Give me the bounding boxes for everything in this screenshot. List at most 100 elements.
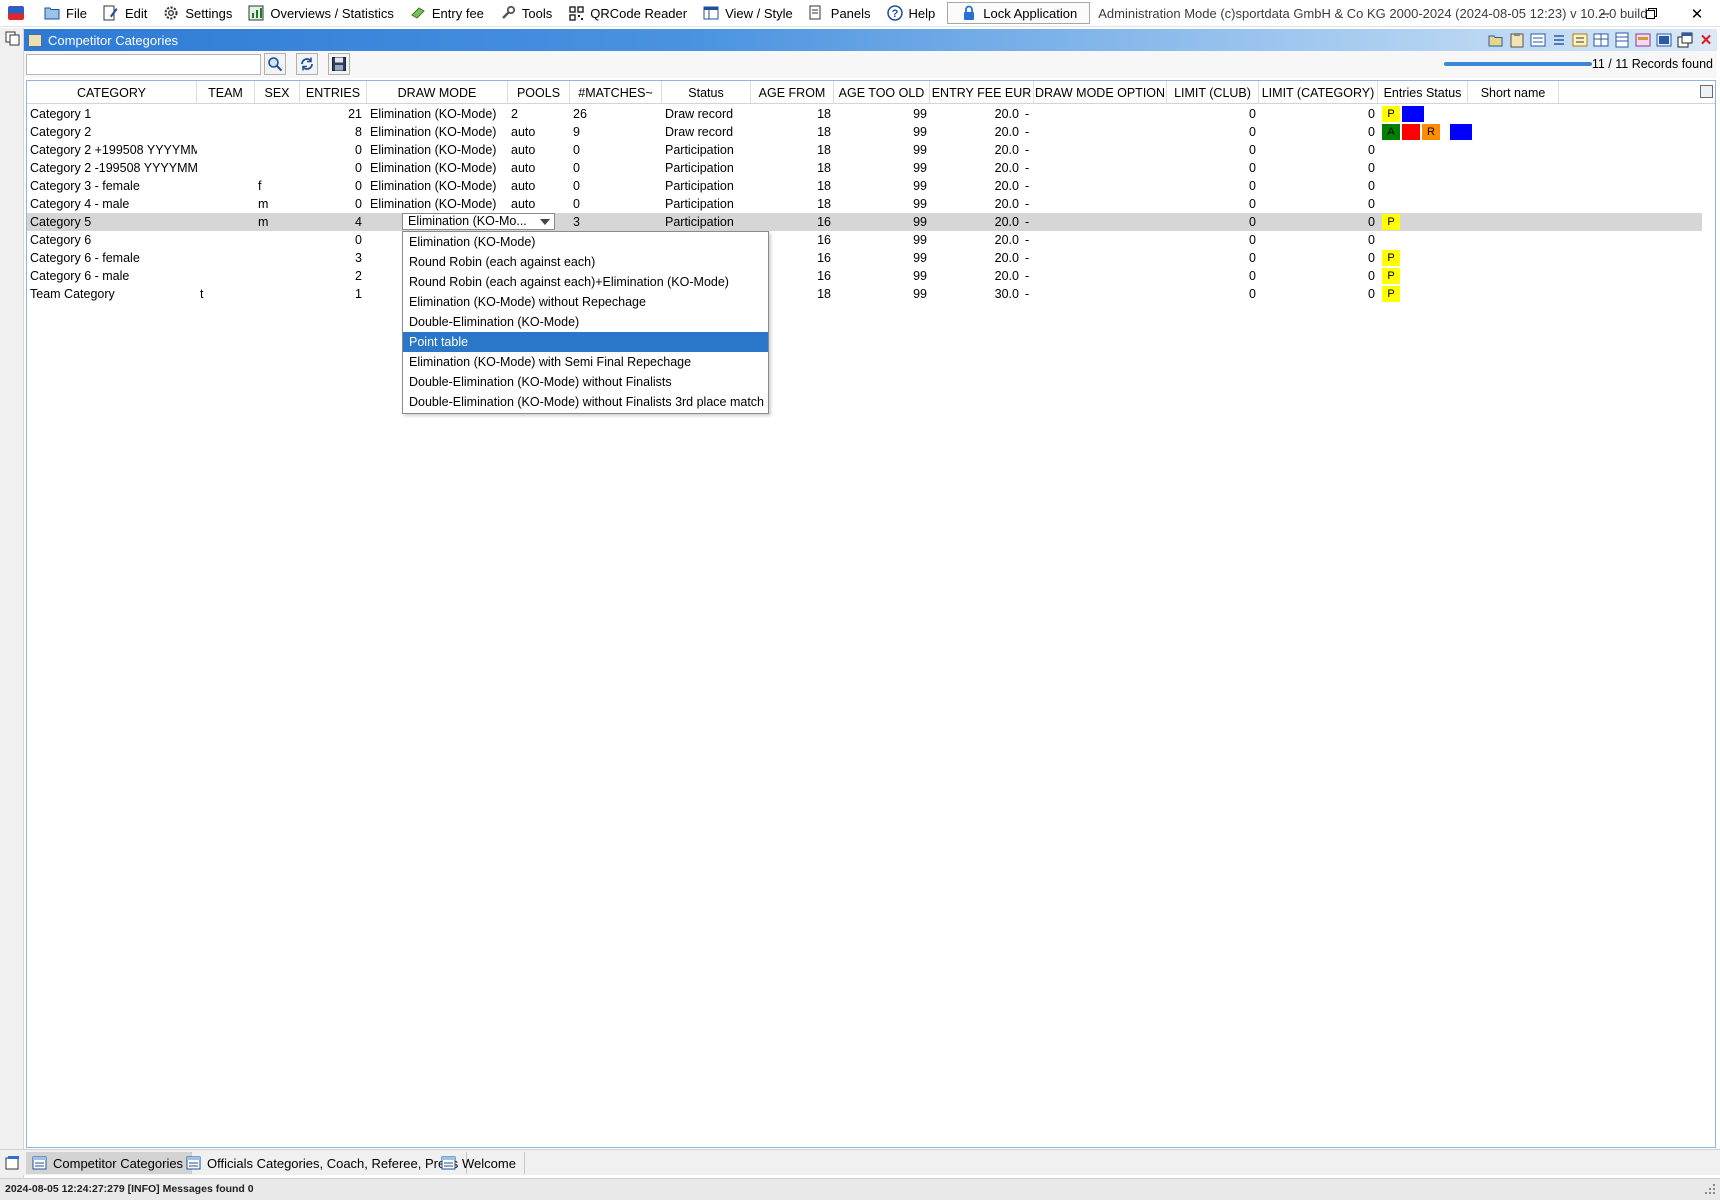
save-button[interactable] bbox=[328, 53, 350, 75]
close-window-icon[interactable]: ✕ bbox=[1674, 0, 1720, 27]
chevron-down-icon[interactable] bbox=[540, 219, 550, 225]
column-header-entries[interactable]: ENTRIES bbox=[300, 81, 367, 104]
menu-file[interactable]: File bbox=[36, 0, 95, 27]
sort-icon[interactable] bbox=[1571, 31, 1589, 49]
detach-panel-icon[interactable] bbox=[1676, 31, 1694, 49]
column-header-limit-club[interactable]: LIMIT (CLUB) bbox=[1167, 81, 1259, 104]
menu-tools[interactable]: Tools bbox=[492, 0, 560, 27]
menu-items: File Edit Settings Overviews / Statistics En… bbox=[36, 0, 943, 27]
restore-icon[interactable] bbox=[1628, 0, 1674, 27]
table-row[interactable]: Category 1 21 Elimination (KO-Mode) 2 26 Draw… bbox=[27, 105, 1702, 123]
dropdown-option[interactable]: Elimination (KO-Mode) with Semi Final Re… bbox=[403, 352, 768, 372]
cell-entries: 0 bbox=[355, 143, 362, 157]
table-row[interactable]: Category 60ation169920.0-00 bbox=[27, 231, 1702, 249]
search-input[interactable] bbox=[26, 54, 261, 75]
cell-draw-mode-option: - bbox=[1025, 107, 1030, 121]
cell-matches: 0 bbox=[573, 179, 580, 193]
cell-draw-mode-option: - bbox=[1025, 197, 1030, 211]
menu-edit[interactable]: Edit bbox=[95, 0, 155, 27]
column-header-limit-category[interactable]: LIMIT (CATEGORY) bbox=[1259, 81, 1378, 104]
form-view-icon[interactable] bbox=[1529, 31, 1547, 49]
dropdown-option[interactable]: Double-Elimination (KO-Mode) bbox=[403, 312, 768, 332]
table-row[interactable]: Category 2 8 Elimination (KO-Mode) auto 9 Dra… bbox=[27, 123, 1702, 141]
menu-panels[interactable]: Panels bbox=[801, 0, 879, 27]
draw-mode-combo[interactable]: Elimination (KO-Mo... bbox=[402, 213, 555, 230]
dropdown-option[interactable]: Double-Elimination (KO-Mode) without Fin… bbox=[403, 392, 768, 412]
cell-sex bbox=[255, 141, 300, 159]
cell-category: Team Category bbox=[30, 287, 115, 301]
minimize-icon[interactable]: – bbox=[1582, 0, 1628, 27]
menu-overviews-statistics[interactable]: Overviews / Statistics bbox=[240, 0, 402, 27]
clipboard-icon[interactable] bbox=[1508, 31, 1526, 49]
column-header-draw-mode[interactable]: DRAW MODE bbox=[367, 81, 508, 104]
chart-icon bbox=[248, 5, 264, 21]
search-toolbar: 11 / 11 Records found bbox=[24, 51, 1717, 78]
table-row[interactable]: Category 6 - male2ation169920.0-00P bbox=[27, 267, 1702, 285]
menu-entry-fee[interactable]: Entry fee bbox=[402, 0, 492, 27]
menu-settings[interactable]: Settings bbox=[155, 0, 240, 27]
panel-list-icon[interactable] bbox=[5, 31, 20, 46]
columns-icon[interactable] bbox=[1592, 31, 1610, 49]
tab-list-icon[interactable] bbox=[5, 1155, 20, 1170]
dropdown-option[interactable]: Round Robin (each against each) bbox=[403, 252, 768, 272]
cell-age-from: 18 bbox=[817, 143, 831, 157]
table-row[interactable]: Category 5m4auto3Participation169920.0-0… bbox=[27, 213, 1702, 231]
column-header-sex[interactable]: SEX bbox=[255, 81, 300, 104]
table-row[interactable]: Team Categoryt1ation189930.0-00P bbox=[27, 285, 1702, 303]
menu-help[interactable]: ? Help bbox=[879, 0, 944, 27]
cell-sex bbox=[255, 231, 300, 249]
tab-competitor-categories[interactable]: Competitor Categories bbox=[26, 1152, 193, 1174]
column-header-matches[interactable]: #MATCHES~ bbox=[570, 81, 662, 104]
column-header-team[interactable]: TEAM bbox=[197, 81, 255, 104]
dropdown-option[interactable]: Round Robin (each against each)+Eliminat… bbox=[403, 272, 768, 292]
menu-qrcode-reader[interactable]: QRCode Reader bbox=[560, 0, 695, 27]
open-folder-icon[interactable] bbox=[1487, 31, 1505, 49]
dropdown-option[interactable]: Elimination (KO-Mode) without Repechage bbox=[403, 292, 768, 312]
table-row[interactable]: Category 2 +199508 YYYYMM 0 Elimination (K… bbox=[27, 141, 1702, 159]
list-view-icon[interactable] bbox=[1550, 31, 1568, 49]
menu-view-style[interactable]: View / Style bbox=[695, 0, 801, 27]
money-icon bbox=[410, 5, 426, 21]
column-header-age-too-old[interactable]: AGE TOO OLD bbox=[834, 81, 930, 104]
resize-grip-icon[interactable] bbox=[1705, 1182, 1717, 1196]
table-row[interactable]: Category 4 - male m 0 Elimination (KO-Mode)… bbox=[27, 195, 1702, 213]
menu-item-label: Help bbox=[908, 5, 936, 21]
search-icon bbox=[268, 57, 283, 72]
cell-limit-category: 0 bbox=[1368, 233, 1375, 247]
column-header-entry-fee-eur[interactable]: ENTRY FEE EUR bbox=[930, 81, 1034, 104]
rows-icon[interactable] bbox=[1613, 31, 1631, 49]
cell-status: Participation bbox=[665, 215, 734, 229]
search-button[interactable] bbox=[264, 53, 286, 75]
dropdown-option[interactable]: Point table bbox=[403, 332, 768, 352]
close-panel-icon[interactable]: ✕ bbox=[1697, 31, 1715, 49]
menu-item-label: Panels bbox=[830, 5, 871, 21]
column-chooser-icon[interactable] bbox=[1700, 85, 1713, 98]
lock-application-button[interactable]: Lock Application bbox=[947, 2, 1091, 24]
column-header-draw-mode-option[interactable]: DRAW MODE OPTION bbox=[1034, 81, 1167, 104]
tab-officials-categories-coach-referee-press[interactable]: Officials Categories, Coach, Referee, Pr… bbox=[180, 1152, 468, 1174]
cell-status: Participation bbox=[665, 197, 734, 211]
table-row[interactable]: Category 2 -199508 YYYYMM 0 Elimination (K… bbox=[27, 159, 1702, 177]
refresh-button[interactable] bbox=[296, 53, 318, 75]
dropdown-option[interactable]: Elimination (KO-Mode) bbox=[403, 232, 768, 252]
column-header-pools[interactable]: POOLS bbox=[508, 81, 570, 104]
menu-item-label: File bbox=[66, 5, 87, 21]
cell-entries: 0 bbox=[355, 179, 362, 193]
column-header-entries-status[interactable]: Entries Status bbox=[1378, 81, 1468, 104]
cell-team bbox=[197, 159, 255, 177]
column-header-short-name[interactable]: Short name bbox=[1468, 81, 1559, 104]
dropdown-option[interactable]: Double-Elimination (KO-Mode) without Fin… bbox=[403, 372, 768, 392]
table-row[interactable]: Category 3 - female f 0 Elimination (KO-Mod… bbox=[27, 177, 1702, 195]
highlight-icon[interactable] bbox=[1634, 31, 1652, 49]
table-row[interactable]: Category 6 - female3ation169920.0-00P bbox=[27, 249, 1702, 267]
panel-title-bar: Competitor Categories ✕ bbox=[24, 29, 1717, 51]
grid-view-icon[interactable] bbox=[1655, 31, 1673, 49]
column-header-status[interactable]: Status bbox=[662, 81, 751, 104]
tab-welcome[interactable]: Welcome bbox=[435, 1152, 525, 1174]
cell-limit-category: 0 bbox=[1368, 107, 1375, 121]
column-header-category[interactable]: CATEGORY bbox=[27, 81, 197, 104]
cell-entries: 0 bbox=[355, 161, 362, 175]
cell-status: Participation bbox=[665, 143, 734, 157]
cell-category: Category 3 - female bbox=[30, 179, 140, 193]
column-header-age-from[interactable]: AGE FROM bbox=[751, 81, 834, 104]
